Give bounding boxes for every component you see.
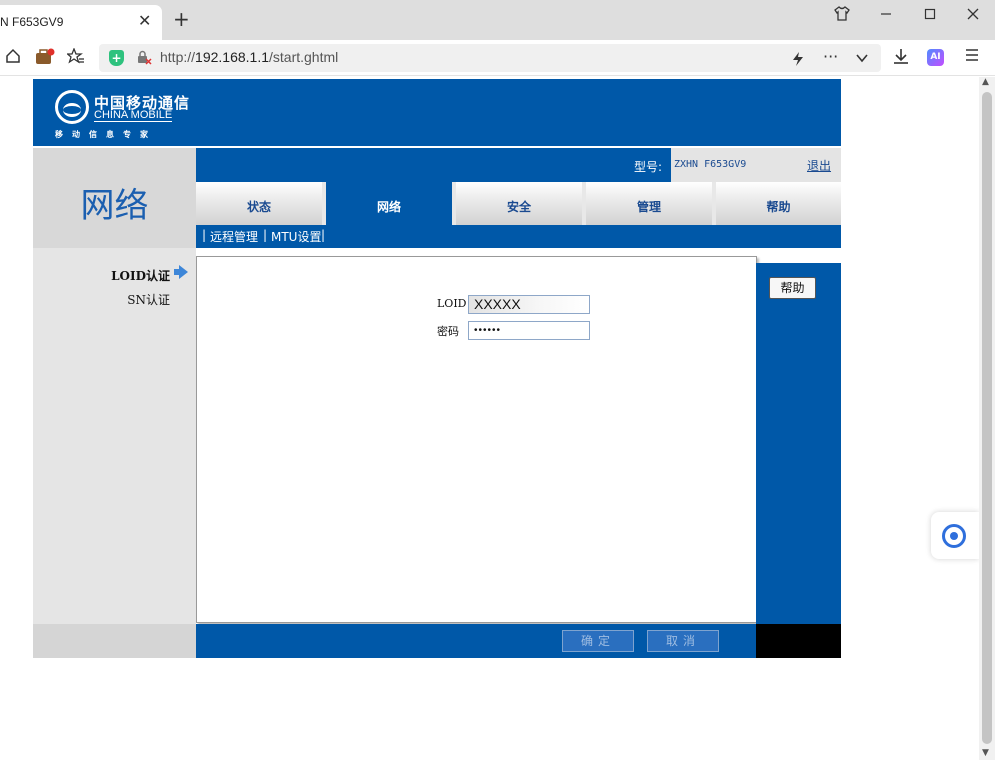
url-path: /start.ghtml <box>269 49 339 65</box>
bolt-icon[interactable] <box>792 51 804 71</box>
china-mobile-logo-icon <box>55 90 89 124</box>
subnav-sep: | <box>263 228 268 242</box>
star-list-icon[interactable] <box>65 47 85 68</box>
tab-management[interactable]: 管理 <box>586 182 716 225</box>
tab-network[interactable]: 网络 <box>326 182 456 225</box>
ai-icon[interactable]: AI <box>927 49 944 66</box>
scroll-up-icon[interactable]: ▲ <box>982 77 989 87</box>
menu-item-sn[interactable]: SN认证 <box>127 291 170 308</box>
shield-icon: + <box>109 50 124 66</box>
close-icon[interactable] <box>963 6 983 24</box>
router-nav-band: 网络 型号: ZXHN F653GV9 退出 状态 网络 安全 管理 帮助 | … <box>33 146 841 248</box>
password-label: 密码 <box>437 325 459 338</box>
home-icon[interactable] <box>5 48 21 68</box>
tab-title: N F653GV9 <box>0 15 64 29</box>
model-value: ZXHN F653GV9 <box>674 159 747 170</box>
subnav-sep: | <box>202 228 207 242</box>
help-button[interactable]: 帮助 <box>769 277 816 299</box>
browser-tab[interactable]: N F653GV9 ✕ <box>0 5 162 40</box>
brand-slogan: 移动信息专家 <box>55 130 157 139</box>
confirm-button[interactable]: 确定 <box>562 630 634 652</box>
tab-close-icon[interactable]: ✕ <box>138 11 151 30</box>
assistant-icon <box>942 524 966 548</box>
scroll-thumb[interactable] <box>982 92 992 744</box>
cancel-button[interactable]: 取消 <box>647 630 719 652</box>
shirt-icon[interactable] <box>832 6 852 25</box>
arrow-right-icon <box>174 265 188 279</box>
model-label: 型号: <box>634 160 663 174</box>
chevron-down-icon[interactable] <box>855 51 869 69</box>
brand-en: CHINA MOBILE <box>94 109 173 122</box>
model-box: ZXHN F653GV9 退出 <box>671 148 841 182</box>
new-tab-button[interactable]: + <box>173 7 190 31</box>
footer-button-bar: 确定 取消 <box>196 624 756 658</box>
more-icon[interactable]: ··· <box>823 47 838 66</box>
sub-nav: | 远程管理 | MTU设置 | <box>196 225 841 248</box>
section-title: 网络 <box>80 186 149 226</box>
router-footer: 确定 取消 <box>33 624 841 658</box>
router-header: 中国移动通信 CHINA MOBILE 移动信息专家 <box>33 79 841 146</box>
subnav-remote-management[interactable]: 远程管理 <box>210 228 258 245</box>
browser-nav-bar: + http://192.168.1.1/start.ghtml ··· AI <box>0 40 995 76</box>
minimize-icon[interactable] <box>876 6 896 24</box>
menu-item-loid[interactable]: LOID认证 <box>111 267 170 284</box>
maximize-icon[interactable] <box>920 6 940 24</box>
left-menu: LOID认证 SN认证 <box>33 248 196 624</box>
password-input[interactable]: •••••• <box>468 321 590 340</box>
lock-icon[interactable] <box>136 49 152 69</box>
download-icon[interactable] <box>892 48 910 69</box>
loid-label: LOID <box>437 297 467 310</box>
subnav-sep: | <box>321 228 326 242</box>
tab-status[interactable]: 状态 <box>196 182 326 225</box>
menu-icon[interactable] <box>965 48 979 66</box>
url-host: 192.168.1.1 <box>195 49 269 65</box>
help-column: 帮助 <box>756 263 841 624</box>
main-tabs: 状态 网络 安全 管理 帮助 <box>196 182 841 225</box>
url-prefix: http:// <box>160 49 196 65</box>
page-scrollbar[interactable]: ▲ ▼ <box>979 77 995 760</box>
loid-input[interactable]: XXXXX <box>468 295 590 314</box>
logout-link[interactable]: 退出 <box>807 157 831 174</box>
browser-tab-bar: N F653GV9 ✕ + <box>0 0 995 40</box>
subnav-mtu-settings[interactable]: MTU设置 <box>271 228 321 245</box>
floating-assistant-widget[interactable] <box>931 512 979 559</box>
address-bar[interactable]: + http://192.168.1.1/start.ghtml ··· <box>99 44 881 72</box>
model-bar: 型号: ZXHN F653GV9 退出 <box>196 148 841 182</box>
footer-black-block <box>756 624 841 658</box>
router-page: 中国移动通信 CHINA MOBILE 移动信息专家 网络 型号: ZXHN F… <box>33 79 841 658</box>
briefcase-icon[interactable] <box>35 48 55 70</box>
tab-security[interactable]: 安全 <box>456 182 586 225</box>
url-text[interactable]: http://192.168.1.1/start.ghtml <box>160 49 338 65</box>
tab-help[interactable]: 帮助 <box>716 182 841 225</box>
content-panel: LOID XXXXX 密码 •••••• <box>196 256 757 623</box>
scroll-down-icon[interactable]: ▼ <box>982 748 989 758</box>
